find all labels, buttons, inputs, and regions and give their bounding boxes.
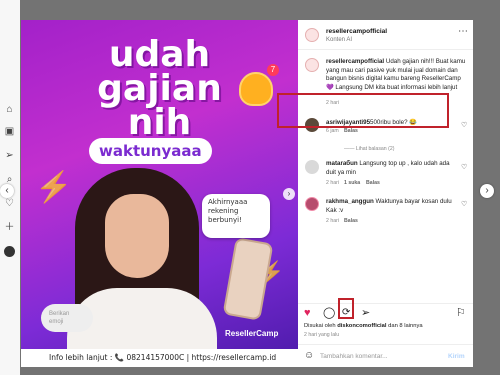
save-icon[interactable]: ⚐ xyxy=(456,307,466,319)
avatar[interactable] xyxy=(305,58,319,72)
emoji-icon[interactable]: ☺ xyxy=(304,350,314,361)
highlight-box-repost xyxy=(338,298,354,319)
like-comment-icon[interactable]: ♡ xyxy=(461,163,467,171)
comment-time: 6 jam xyxy=(326,128,339,134)
woman-photo xyxy=(67,168,217,367)
post-media: udah gajian nih waktunyaaa 7 ⚡ ⚡ Akhirny… xyxy=(21,20,298,367)
comment-text: rakhma_anggun Waktunya bayar kosan dulu … xyxy=(326,198,452,214)
post-dialog: udah gajian nih waktunyaaa 7 ⚡ ⚡ Akhirny… xyxy=(21,20,473,367)
emoji-hint-bubble: Berikan emoji xyxy=(41,304,93,332)
like-icon[interactable]: ♥ xyxy=(304,307,311,319)
reply-button[interactable]: Balas xyxy=(366,180,380,186)
reply-button[interactable]: Balas xyxy=(344,128,358,134)
profile-icon[interactable] xyxy=(4,246,15,257)
comment-panel: resellercampofficial Konten AI ⋯ reselle… xyxy=(298,20,473,367)
post-header: resellercampofficial Konten AI ⋯ xyxy=(298,20,473,50)
like-comment-icon[interactable]: ♡ xyxy=(461,121,467,129)
subtitle: Konten AI xyxy=(326,37,353,43)
comment-input[interactable]: Tambahkan komentar... xyxy=(320,353,388,360)
resellercamp-logo: ResellerCamp xyxy=(225,329,279,338)
headline-line-1: udah xyxy=(108,34,211,75)
username[interactable]: resellercampofficial xyxy=(326,28,387,35)
comment-icon[interactable]: ◯ xyxy=(323,307,335,319)
add-comment-bar: ☺ Tambahkan komentar... Kirim xyxy=(298,344,473,367)
post-time: 2 hari yang lalu xyxy=(304,332,340,338)
prev-post-button[interactable]: ‹ xyxy=(0,184,14,198)
reels-icon[interactable]: ▣ xyxy=(4,126,15,137)
comment-text: mataraбun Langsung top up , kalo udah ad… xyxy=(326,160,450,176)
reply-button[interactable]: Balas xyxy=(344,218,358,224)
likes-line: Disukai oleh diskoncomofficial dan 8 lai… xyxy=(304,323,423,329)
action-bar: ♥ ◯ ⟳ ➢ ⚐ xyxy=(298,303,473,321)
post-comment-button[interactable]: Kirim xyxy=(448,353,465,360)
caption: resellercampofficial Udah gajian nih!!! … xyxy=(326,58,466,91)
comment-time: 2 hari xyxy=(326,218,339,224)
avatar[interactable] xyxy=(305,28,319,42)
create-icon[interactable]: ＋ xyxy=(4,222,15,233)
share-icon[interactable]: ➢ xyxy=(361,307,370,319)
bell-icon xyxy=(239,72,273,106)
like-comment-icon[interactable]: ♡ xyxy=(461,200,467,208)
heart-icon[interactable]: ♡ xyxy=(4,198,15,209)
highlight-box-comment xyxy=(277,93,449,128)
comment-likes[interactable]: 1 suka xyxy=(344,180,360,186)
send-icon[interactable]: ➢ xyxy=(4,150,15,161)
bell-badge: 7 xyxy=(267,64,279,76)
phone-image xyxy=(222,237,274,321)
avatar[interactable] xyxy=(305,160,319,174)
headline-pill: waktunyaaa xyxy=(89,138,212,164)
headline-line-3: nih xyxy=(127,102,192,143)
speech-bubble: Akhirnyaaa rekening berbunyi! xyxy=(202,194,270,238)
view-replies[interactable]: —— Lihat balasan (2) xyxy=(344,146,394,152)
media-next-button[interactable]: › xyxy=(283,188,295,200)
avatar[interactable] xyxy=(305,197,319,211)
more-icon[interactable]: ⋯ xyxy=(458,26,468,37)
home-icon[interactable]: ⌂ xyxy=(4,104,15,115)
comment-time: 2 hari xyxy=(326,180,339,186)
next-post-button[interactable]: › xyxy=(480,184,494,198)
media-footer: Info lebih lanjut : 📞 08214157000C | htt… xyxy=(21,349,298,367)
